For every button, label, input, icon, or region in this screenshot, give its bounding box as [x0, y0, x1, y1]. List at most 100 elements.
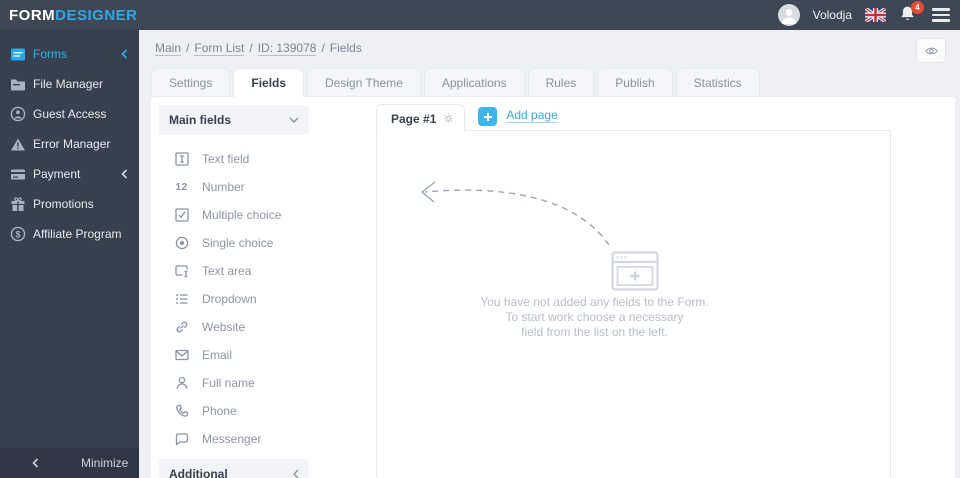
field-type-label: Text area [202, 264, 252, 278]
field-type-label: Messenger [202, 432, 262, 446]
additional-fields-group-header[interactable]: Additional [159, 459, 309, 478]
sidebar-item-affiliate-program[interactable]: $ Affiliate Program [0, 219, 139, 249]
sidebar-item-label: Promotions [33, 197, 94, 211]
main-content: Main / Form List / ID: 139078 / Fields S… [139, 30, 960, 478]
chevron-left-icon [121, 49, 129, 59]
folder-icon [9, 76, 26, 92]
user-avatar[interactable] [777, 4, 800, 26]
group-label: Main fields [169, 113, 232, 127]
sidebar-item-guest-access[interactable]: Guest Access [0, 99, 139, 129]
breadcrumb-form-list[interactable]: Form List [194, 41, 245, 56]
tab-applications[interactable]: Applications [423, 68, 525, 96]
sidebar-item-promotions[interactable]: Promotions [0, 189, 139, 219]
eye-icon [924, 47, 938, 54]
uk-flag-icon[interactable] [865, 8, 886, 22]
user-name[interactable]: Volodja [813, 8, 852, 22]
envelope-icon [173, 347, 190, 364]
sidebar: Forms File Manager Guest Access Error Ma… [0, 30, 139, 478]
notification-badge: 4 [911, 1, 924, 14]
field-type-label: Phone [202, 404, 237, 418]
field-type-number[interactable]: 12 Number [151, 173, 376, 201]
breadcrumb-main[interactable]: Main [155, 41, 182, 56]
main-fields-group-header[interactable]: Main fields [159, 105, 309, 135]
header-actions: Volodja 4 [777, 1, 950, 26]
hamburger-menu-icon[interactable] [932, 5, 950, 24]
breadcrumb-form-id[interactable]: ID: 139078 [257, 41, 317, 56]
tab-fields[interactable]: Fields [233, 68, 305, 97]
tab-statistics[interactable]: Statistics [675, 68, 760, 96]
minimize-label: Minimize [81, 456, 129, 470]
empty-state-line: You have not added any fields to the For… [480, 295, 709, 309]
text-area-icon [173, 263, 190, 280]
form-page-canvas[interactable]: You have not added any fields to the For… [376, 130, 891, 478]
group-label: Additional [169, 467, 228, 478]
dollar-icon: $ [9, 226, 26, 242]
preview-button[interactable] [916, 38, 946, 63]
sidebar-item-label: File Manager [33, 77, 104, 91]
page-tab-1[interactable]: Page #1 [376, 104, 466, 132]
number-icon: 12 [175, 181, 188, 193]
tab-design-theme[interactable]: Design Theme [307, 68, 421, 96]
empty-window-icon [611, 251, 659, 294]
sidebar-minimize-button[interactable]: Minimize [0, 448, 139, 478]
top-header: FORMDESIGNER Volodja 4 [0, 0, 960, 30]
sidebar-item-file-manager[interactable]: File Manager [0, 69, 139, 99]
field-type-website[interactable]: Website [151, 313, 376, 341]
field-type-label: Text field [202, 152, 250, 166]
checkbox-icon [173, 207, 190, 224]
avatar-person-icon [781, 9, 797, 24]
text-field-icon [173, 151, 190, 168]
guest-icon [9, 106, 26, 122]
field-type-phone[interactable]: Phone [151, 397, 376, 425]
breadcrumb: Main / Form List / ID: 139078 / Fields [139, 30, 960, 66]
field-type-text-area[interactable]: Text area [151, 257, 376, 285]
sidebar-item-label: Payment [33, 167, 81, 181]
empty-state-line: To start work choose a necessary [505, 310, 684, 324]
page-settings-icon[interactable] [443, 113, 454, 124]
empty-state-line: field from the list on the left. [521, 325, 668, 339]
field-type-label: Number [202, 180, 245, 194]
field-type-label: Website [202, 320, 246, 334]
svg-text:$: $ [15, 229, 20, 239]
tab-rules[interactable]: Rules [527, 68, 595, 96]
field-type-email[interactable]: Email [151, 341, 376, 369]
field-type-messenger[interactable]: Messenger [151, 425, 376, 453]
sidebar-item-error-manager[interactable]: Error Manager [0, 129, 139, 159]
sidebar-item-label: Error Manager [33, 137, 111, 151]
field-type-single-choice[interactable]: Single choice [151, 229, 376, 257]
plus-icon [483, 112, 492, 121]
forms-icon [9, 46, 26, 62]
speech-bubble-icon [173, 431, 190, 448]
field-type-full-name[interactable]: Full name [151, 369, 376, 397]
field-type-text-field[interactable]: Text field [151, 145, 376, 173]
gift-icon [9, 196, 26, 212]
chevron-left-icon [32, 458, 39, 468]
field-types-panel: Main fields Text field 12 Number Multipl… [151, 97, 376, 478]
field-type-list: Text field 12 Number Multiple choice Sin… [151, 141, 376, 453]
sidebar-item-label: Forms [33, 47, 67, 61]
phone-icon [173, 403, 190, 420]
chevron-down-icon [289, 117, 299, 123]
fields-tab-card: Main fields Text field 12 Number Multipl… [150, 96, 956, 478]
field-type-dropdown[interactable]: Dropdown [151, 285, 376, 313]
sidebar-item-payment[interactable]: Payment [0, 159, 139, 189]
tab-publish[interactable]: Publish [597, 68, 673, 96]
chevron-left-icon [293, 469, 299, 478]
form-tabs: Settings Fields Design Theme Application… [139, 66, 960, 97]
page-tab-label: Page #1 [391, 111, 437, 126]
sidebar-item-label: Guest Access [33, 107, 107, 121]
field-type-multiple-choice[interactable]: Multiple choice [151, 201, 376, 229]
page-builder-area: Page #1 Add page You have not added any … [376, 97, 955, 478]
breadcrumb-separator: / [249, 41, 253, 55]
add-page-link[interactable]: Add page [506, 108, 558, 123]
field-type-label: Single choice [202, 236, 274, 250]
notifications-button[interactable]: 4 [899, 1, 924, 25]
sidebar-item-forms[interactable]: Forms [0, 39, 139, 69]
breadcrumb-separator: / [321, 41, 325, 55]
breadcrumb-separator: / [186, 41, 190, 55]
app-logo[interactable]: FORMDESIGNER [9, 7, 138, 24]
dashed-arrow [420, 181, 610, 246]
sidebar-nav: Forms File Manager Guest Access Error Ma… [0, 30, 139, 249]
tab-settings[interactable]: Settings [151, 68, 231, 96]
add-page-button[interactable] [478, 107, 498, 126]
